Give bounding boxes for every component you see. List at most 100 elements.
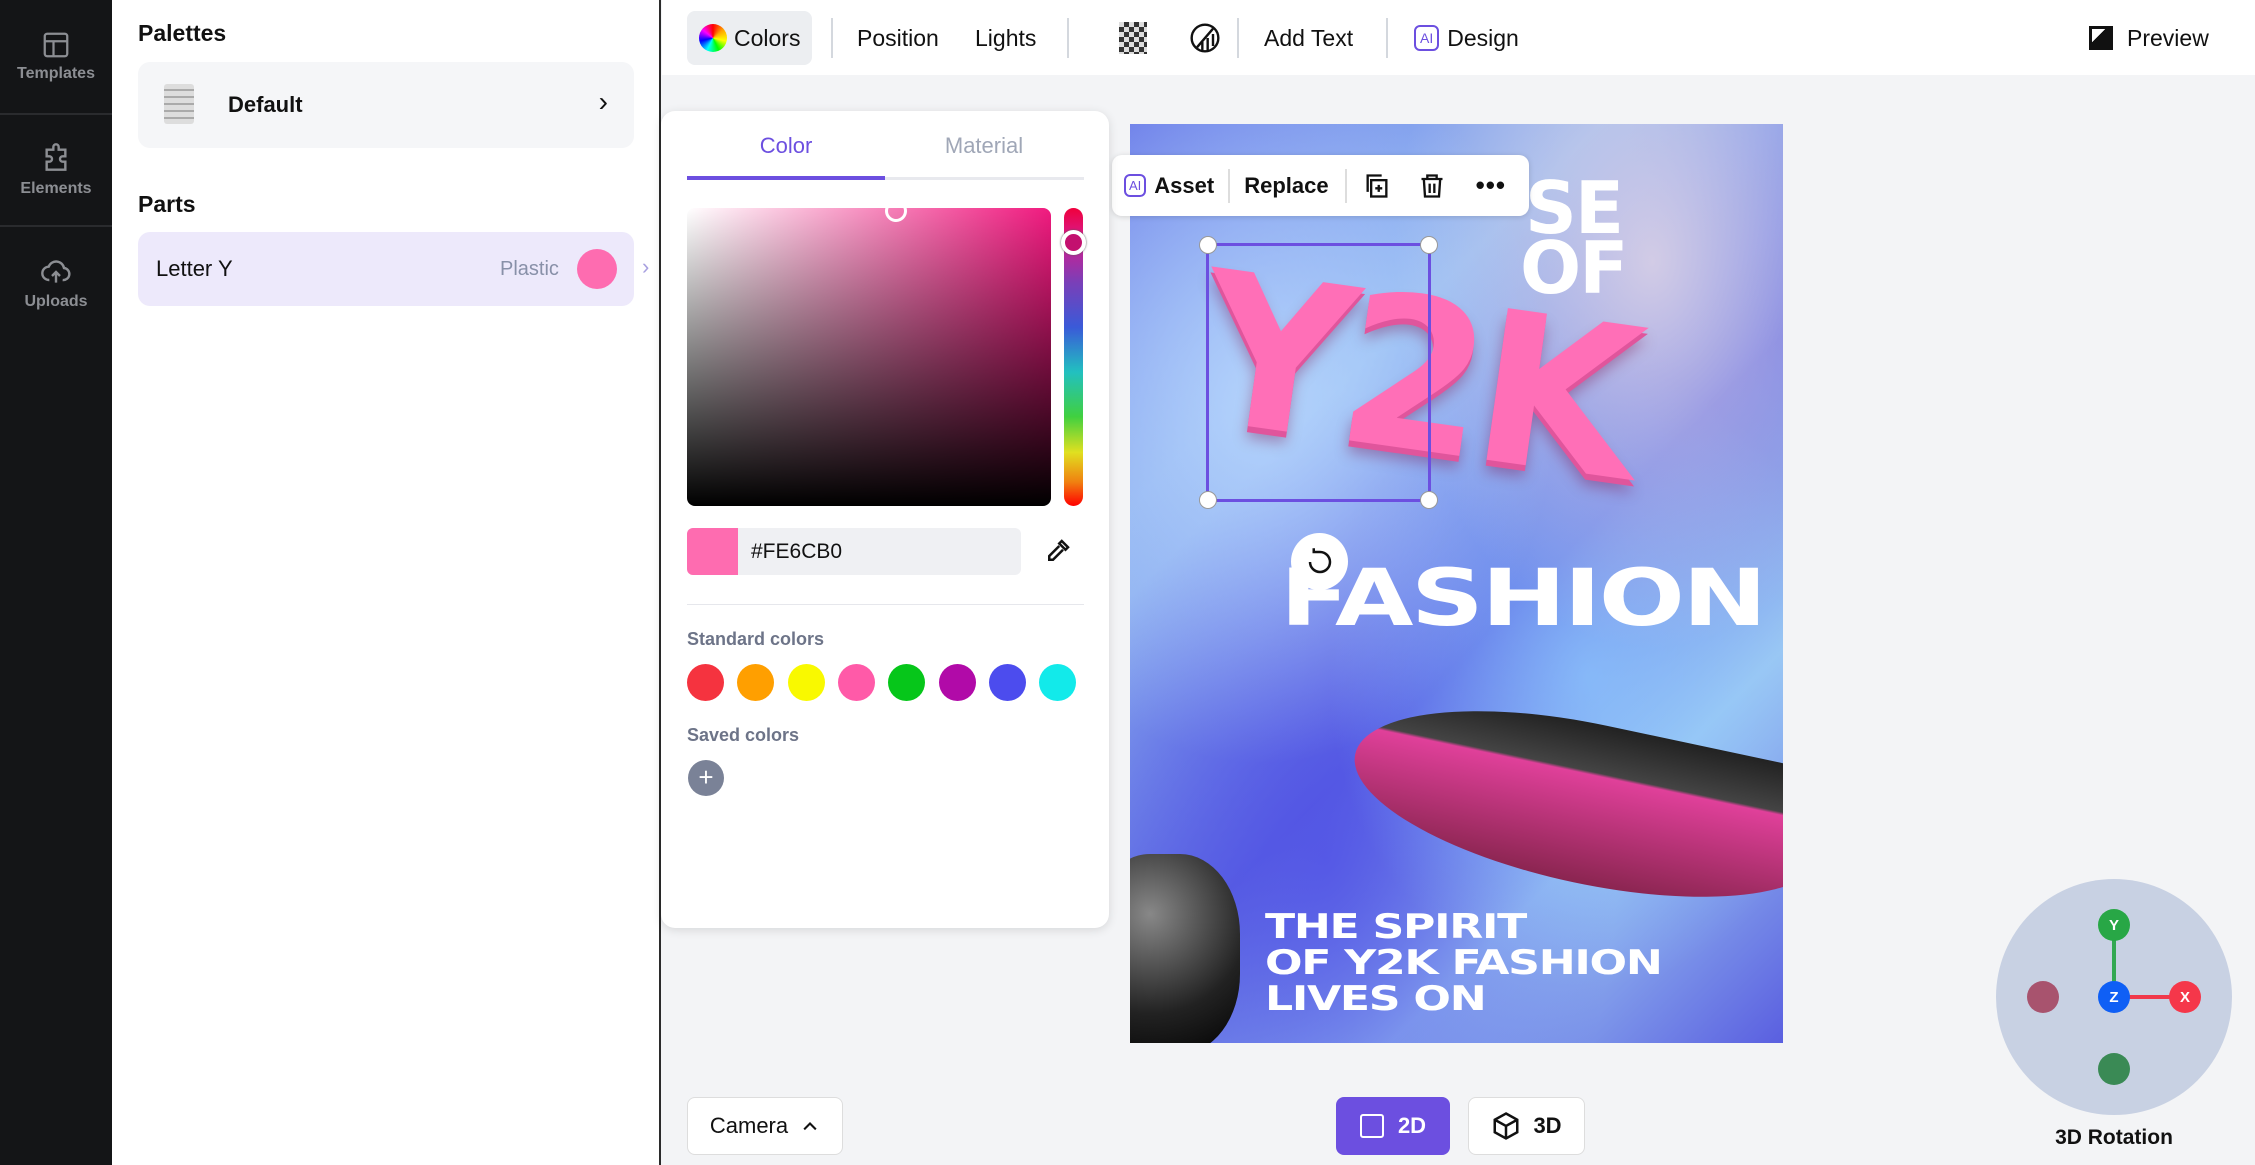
camera-button[interactable]: Camera <box>687 1097 843 1155</box>
preview-label: Preview <box>2127 24 2209 51</box>
selection-box[interactable] <box>1199 236 1438 509</box>
divider <box>1067 18 1069 58</box>
palettes-heading: Palettes <box>138 20 227 46</box>
divider <box>0 113 112 115</box>
divider <box>831 18 833 58</box>
divider <box>1228 168 1231 203</box>
z-axis-handle[interactable]: Z <box>2098 981 2130 1013</box>
colors-button[interactable]: Colors <box>687 11 813 65</box>
top-toolbar: Colors Position Lights Add Text AI Desig… <box>662 0 2255 75</box>
mode-2d-label: 2D <box>1397 1113 1427 1138</box>
asset-button[interactable]: Asset <box>1154 173 1214 199</box>
transparency-button[interactable] <box>1107 11 1159 65</box>
more-options-icon[interactable]: ••• <box>1476 170 1506 201</box>
part-material: Plastic <box>500 258 559 280</box>
preview-button[interactable]: Preview <box>2077 11 2221 65</box>
tagline-line: OF Y2K FASHION <box>1265 943 1663 983</box>
palette-default[interactable]: Default › <box>138 62 634 148</box>
divider <box>687 604 1084 605</box>
part-color-swatch[interactable] <box>577 249 617 289</box>
standard-color-swatch[interactable] <box>988 664 1026 701</box>
color-cursor[interactable] <box>885 200 907 222</box>
divider <box>0 225 112 227</box>
sidebar-item-templates[interactable]: Templates <box>0 30 112 83</box>
checkerboard-icon <box>1119 22 1147 54</box>
palette-name: Default <box>228 92 303 117</box>
mode-3d-button[interactable]: 3D <box>1468 1097 1585 1155</box>
sidebar-item-uploads[interactable]: Uploads <box>0 256 112 311</box>
square-icon <box>1359 1114 1384 1138</box>
tab-material[interactable]: Material <box>885 133 1083 159</box>
cube-icon <box>1493 1112 1519 1140</box>
resize-handle[interactable] <box>1420 236 1438 254</box>
ai-design-button[interactable]: AI Design <box>1402 11 1531 65</box>
contrast-icon <box>1190 23 1220 53</box>
poster-text-fashion[interactable]: FASHION <box>1280 554 1767 644</box>
preview-icon <box>2089 26 2113 50</box>
cloud-upload-icon <box>41 260 71 283</box>
tab-color[interactable]: Color <box>687 133 885 159</box>
add-saved-color-button[interactable]: + <box>688 760 724 796</box>
replace-button[interactable]: Replace <box>1244 173 1328 199</box>
lights-button[interactable]: Lights <box>963 11 1048 65</box>
resize-handle[interactable] <box>1199 491 1217 509</box>
standard-color-swatch[interactable] <box>787 664 825 701</box>
divider <box>1344 168 1347 203</box>
rotate-icon <box>1308 547 1331 573</box>
saved-colors-label: Saved colors <box>687 725 800 745</box>
poster-tagline[interactable]: THE SPIRIT OF Y2K FASHION LIVES ON <box>1265 907 1663 1019</box>
sidebar-item-elements[interactable]: Elements <box>0 143 112 198</box>
standard-color-swatch[interactable] <box>938 664 976 701</box>
layout-icon <box>43 32 69 58</box>
y-axis-handle[interactable]: Y <box>2098 909 2130 941</box>
standard-color-swatch[interactable] <box>737 664 775 701</box>
add-text-button[interactable]: Add Text <box>1252 11 1365 65</box>
hex-value[interactable]: #FE6CB0 <box>751 540 842 564</box>
rotation-label: 3D Rotation <box>2055 1126 2173 1149</box>
sphere-3d-object[interactable] <box>1130 854 1240 1043</box>
hex-input[interactable]: #FE6CB0 <box>687 528 1021 575</box>
tagline-line: THE SPIRIT <box>1265 907 1527 947</box>
part-name: Letter Y <box>156 256 233 281</box>
duplicate-icon[interactable] <box>1363 172 1391 200</box>
asset-toolbar: AI Asset Replace ••• <box>1112 155 1529 216</box>
rotation-gizmo[interactable]: Y Z X <box>1996 879 2232 1115</box>
ai-icon: AI <box>1124 174 1147 197</box>
neg-x-axis-handle[interactable] <box>2027 981 2059 1013</box>
ai-icon: AI <box>1414 25 1440 51</box>
standard-color-swatch[interactable] <box>687 664 724 701</box>
divider <box>1386 18 1388 58</box>
mode-2d-button[interactable]: 2D <box>1336 1097 1450 1155</box>
color-wheel-icon <box>699 24 727 52</box>
contrast-button[interactable] <box>1177 11 1233 65</box>
palette-stack-icon <box>164 84 194 124</box>
eyedropper-icon[interactable] <box>1043 536 1073 566</box>
parts-heading: Parts <box>138 191 196 217</box>
neg-y-axis-handle[interactable] <box>2098 1053 2130 1085</box>
design-label: Design <box>1447 24 1519 51</box>
chevron-right-icon: › <box>598 86 608 117</box>
standard-color-swatch[interactable] <box>1039 664 1077 701</box>
mode-3d-label: 3D <box>1533 1113 1562 1138</box>
sidebar-label: Elements <box>20 180 92 197</box>
standard-color-swatch[interactable] <box>888 664 926 701</box>
part-row-letter-y[interactable]: Letter Y Plastic <box>138 232 634 306</box>
hue-handle[interactable] <box>1061 230 1086 255</box>
standard-colors-label: Standard colors <box>687 629 825 649</box>
tagline-line: LIVES ON <box>1265 979 1487 1019</box>
resize-handle[interactable] <box>1420 491 1438 509</box>
visor-3d-object[interactable] <box>1338 675 1783 933</box>
x-axis-handle[interactable]: X <box>2169 981 2201 1013</box>
puzzle-icon <box>45 143 67 171</box>
resize-handle[interactable] <box>1199 236 1217 254</box>
rotate-handle[interactable] <box>1291 533 1348 590</box>
tab-indicator <box>687 176 885 180</box>
hue-slider[interactable] <box>1061 208 1086 506</box>
trash-icon[interactable] <box>1418 172 1446 200</box>
saturation-brightness-area[interactable] <box>687 200 1051 506</box>
color-picker-popover: Color Material #FE6CB0 Standard colors S… <box>661 111 1109 928</box>
chevron-right-icon: › <box>642 254 650 279</box>
position-button[interactable]: Position <box>845 11 951 65</box>
sidebar-label: Templates <box>17 65 95 82</box>
standard-color-swatch[interactable] <box>837 664 875 701</box>
